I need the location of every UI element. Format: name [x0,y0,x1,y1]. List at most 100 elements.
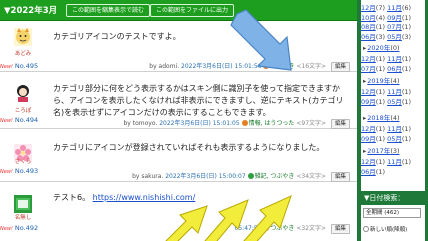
archive-month-link[interactable]: 11月 [387,88,402,96]
post-494: ころぽ New! No.494 カテゴリ部分に何をどう表示するかはスキン側に識別子… [0,72,357,129]
post-number[interactable]: New! No.493 [0,167,46,175]
post-body: カテゴリアイコンのテストですよ。 [53,32,181,41]
category-link[interactable]: つぶやき [270,225,294,232]
period-select[interactable]: 全期間 (462) [363,208,421,218]
archive-month-link[interactable]: 11月 [387,55,402,63]
archive-month-link[interactable]: 11月 [387,158,402,166]
archive-count: (1) [375,98,385,106]
post-495: あどみ New! No.495 カテゴリアイコンのテストですよ。 by adomi… [0,22,357,72]
radio-label: 新しい順(降順) [370,227,408,233]
archive-count: (1) [401,65,412,73]
archive-year-2017[interactable]: ▸2017年(3) [363,145,400,155]
archive-year-label[interactable]: 2018年 [367,114,390,122]
category-icon [247,173,254,179]
archive-row: 09月(1) 05月(1) [361,96,425,106]
category-link[interactable]: 雑記, つぶやき [255,173,295,180]
post-492: 名無し New! No.492 テスト6。 https://www.nishish… [0,182,357,241]
archive-row: 07月(1) 06月(1) [361,63,425,73]
char-count: <32文字> [296,225,327,232]
archive-year-label[interactable]: 2017年 [367,147,390,155]
archive-row: 12月(1) 11月(1) [361,123,425,133]
archive-month-link[interactable]: 05月 [387,98,402,106]
post-number-text[interactable]: No.494 [15,116,38,124]
archive-month-link[interactable]: 09月 [361,98,376,106]
post-link[interactable]: https://www.nishishi.com/ [93,193,196,202]
archive-year-2018[interactable]: ▸2018年(4) [363,112,400,122]
author-name: 名無し [14,215,32,221]
char-count: <16文字> [296,63,327,70]
edit-button[interactable]: 編集 [330,224,350,234]
post-493: さくら New! No.493 カテゴリにアイコンが登録されていればそれも表示する… [0,129,357,182]
archive-count: (1) [401,98,412,106]
archive-count: (4) [390,77,400,85]
archive-month-link[interactable]: 06月 [361,168,376,176]
expand-triangle-icon: ▸ [363,147,367,155]
char-count: <97文字> [296,120,327,127]
radio-icon[interactable] [363,226,369,232]
archive-row: 12月(1) 11月(1) [361,156,425,166]
post-date-link[interactable]: 05:47:56 [235,225,262,232]
archive-month-link[interactable]: 12月 [361,55,376,63]
archive-count: (1) [375,158,385,166]
edit-button[interactable]: 編集 [330,119,350,129]
expand-triangle-icon: ▸ [363,77,367,85]
archive-month-link[interactable]: 12月 [361,88,376,96]
archive-month-link[interactable]: 09月 [361,135,376,143]
edit-button[interactable]: 編集 [330,172,350,182]
post-body: カテゴリ部分に何をどう表示するかはスキン側に識別子を使って指定できますから、アイ… [53,84,344,117]
archive-row: 08月(1) 07月(1) [361,21,425,31]
condensed-view-button[interactable]: この範囲を縮集表示で読む [66,4,151,17]
archive-month-link[interactable]: 05月 [387,135,402,143]
post-date-link[interactable]: 2022年3月6日(日) 15:00:07 [165,173,245,180]
archive-year-2019[interactable]: ▸2019年(4) [363,75,400,85]
archive-month-link[interactable]: 05月 [387,33,402,41]
expand-triangle-icon: ▸ [363,114,367,122]
category-link[interactable]: つぶやき [270,63,294,70]
post-number[interactable]: New! No.492 [0,224,46,232]
archive-count: (1) [401,88,412,96]
archive-month-link[interactable]: 07月 [387,23,402,31]
post-author-by: by tomoyo. [123,120,158,127]
post-author-by: by adomi. [149,63,180,70]
post-number[interactable]: New! No.495 [0,62,46,70]
post-number[interactable]: New! No.494 [0,116,46,124]
post-number-text[interactable]: No.493 [15,167,38,175]
post-meta: by tomoyo. 2022年3月6日(日) 15:01:05 情報, はうつ… [123,118,350,129]
archive-year-label[interactable]: 2020年 [367,44,390,52]
archive-year-label[interactable]: 2019年 [367,77,390,85]
archive-count: (4) [390,114,400,122]
archive-year-2020[interactable]: ▸2020年(0) [363,42,400,52]
archive-month-link[interactable]: 06月 [387,65,402,73]
archive-count: (1) [375,135,385,143]
archive-count: (1) [375,55,385,63]
archive-count: (1) [375,125,385,133]
sort-desc-radio[interactable]: 新しい順(降順) [363,225,407,233]
archive-month-link[interactable]: 12月 [361,4,376,12]
archive-month-link[interactable]: 07月 [361,65,376,73]
month-header-bar: ▼2022年3月 この範囲を縮集表示で読む この範囲をファイルに出力 [0,0,357,21]
post-number-text[interactable]: No.495 [15,62,38,70]
author-name: ころぽ [14,108,32,114]
post-date-link[interactable]: 2022年3月6日(日) 15:01:56 [181,63,261,70]
post-list: ▼2022年3月 この範囲を縮集表示で読む この範囲をファイルに出力 あどみ N… [0,0,357,241]
archive-month-link[interactable]: 11月 [387,4,402,12]
archive-month-link[interactable]: 12月 [361,125,376,133]
archive-count: (1) [375,88,385,96]
archive-count: (3) [375,33,385,41]
post-meta: by adomi. 2022年3月6日(日) 15:01:56 つぶやき <16… [149,61,350,72]
export-file-button[interactable]: この範囲をファイルに出力 [150,4,235,17]
post-date-link[interactable]: 2022年3月6日(日) 15:01:05 [159,120,239,127]
post-body: テスト6。 https://www.nishishi.com/ [53,192,349,204]
new-badge: New! [0,226,13,232]
category-link[interactable]: 情報, はうつった [249,120,295,127]
author-name: あどみ [14,51,32,57]
edit-button[interactable]: 編集 [330,62,350,72]
post-number-text[interactable]: No.492 [15,224,38,232]
new-badge: New! [0,64,13,70]
archive-month-link[interactable]: 12月 [361,158,376,166]
archive-count: (1) [375,23,385,31]
archive-month-link[interactable]: 08月 [361,23,376,31]
archive-row: 06月(3) 05月(3) [361,31,425,41]
archive-month-link[interactable]: 11月 [387,125,402,133]
archive-month-link[interactable]: 06月 [361,33,376,41]
